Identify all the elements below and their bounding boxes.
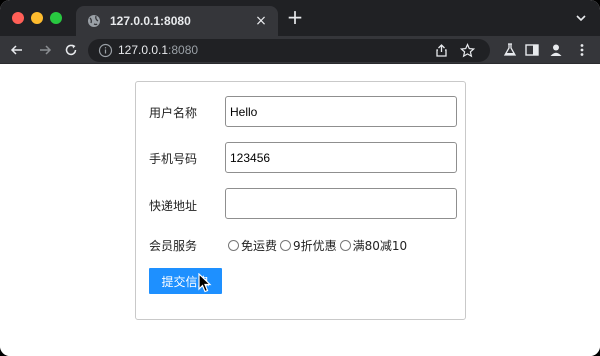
kebab-menu-icon[interactable] xyxy=(574,42,590,58)
radio-coupon[interactable] xyxy=(339,240,351,251)
option-coupon[interactable]: 满80减10 xyxy=(339,237,408,254)
url-text: 127.0.0.1:8080 xyxy=(118,43,198,57)
globe-icon xyxy=(86,13,102,29)
maximize-window-button[interactable] xyxy=(50,12,62,24)
option-coupon-label: 满80减10 xyxy=(352,239,408,253)
radio-free-shipping[interactable] xyxy=(228,240,239,251)
url-host: 127.0.0.1 xyxy=(118,43,169,57)
address-input[interactable] xyxy=(225,188,457,219)
flask-icon[interactable] xyxy=(502,42,518,58)
username-input[interactable] xyxy=(225,96,457,127)
tab-strip: 127.0.0.1:8080 × + xyxy=(0,0,600,36)
reload-icon[interactable] xyxy=(62,41,80,59)
address-bar[interactable]: 127.0.0.1:8080 xyxy=(88,39,490,62)
close-icon[interactable]: × xyxy=(254,14,268,28)
profile-icon[interactable] xyxy=(548,42,564,58)
url-port: :8080 xyxy=(168,43,199,57)
back-icon[interactable] xyxy=(8,41,26,59)
option-free-shipping-label: 免运费 xyxy=(241,239,278,253)
phone-label: 手机号码 xyxy=(149,152,198,166)
chevron-down-icon[interactable] xyxy=(574,10,588,24)
phone-input[interactable] xyxy=(225,142,457,173)
option-discount-label: 9折优惠 xyxy=(293,239,337,253)
browser-tab[interactable]: 127.0.0.1:8080 × xyxy=(76,6,278,36)
membership-label: 会员服务 xyxy=(149,239,198,253)
option-free-shipping[interactable]: 免运费 xyxy=(228,237,277,254)
membership-options: 免运费 9折优惠 满80减10 xyxy=(228,237,410,254)
radio-discount[interactable] xyxy=(280,240,292,251)
share-icon[interactable] xyxy=(434,43,449,58)
page-content: 用户名称 手机号码 快递地址 会员服务 免运费 9折优惠 满80减10 xyxy=(0,64,600,356)
browser-window: 127.0.0.1:8080 × + 127.0.0.1:8080 用户名称 H… xyxy=(0,0,600,356)
plus-icon[interactable]: + xyxy=(286,7,304,27)
member-form: 用户名称 手机号码 快递地址 会员服务 免运费 9折优惠 满80减10 xyxy=(135,81,466,320)
sidebar-icon[interactable] xyxy=(524,42,540,58)
username-label: 用户名称 xyxy=(149,106,198,120)
browser-toolbar: 127.0.0.1:8080 xyxy=(0,36,600,64)
star-icon[interactable] xyxy=(459,43,476,58)
minimize-window-button[interactable] xyxy=(31,12,43,24)
option-discount[interactable]: 9折优惠 xyxy=(280,237,337,254)
close-window-button[interactable] xyxy=(12,12,24,24)
mouse-cursor-icon xyxy=(198,272,212,293)
address-label: 快递地址 xyxy=(149,199,198,213)
info-icon[interactable] xyxy=(98,43,113,58)
tab-title: 127.0.0.1:8080 xyxy=(110,14,191,28)
forward-icon[interactable] xyxy=(36,41,54,59)
